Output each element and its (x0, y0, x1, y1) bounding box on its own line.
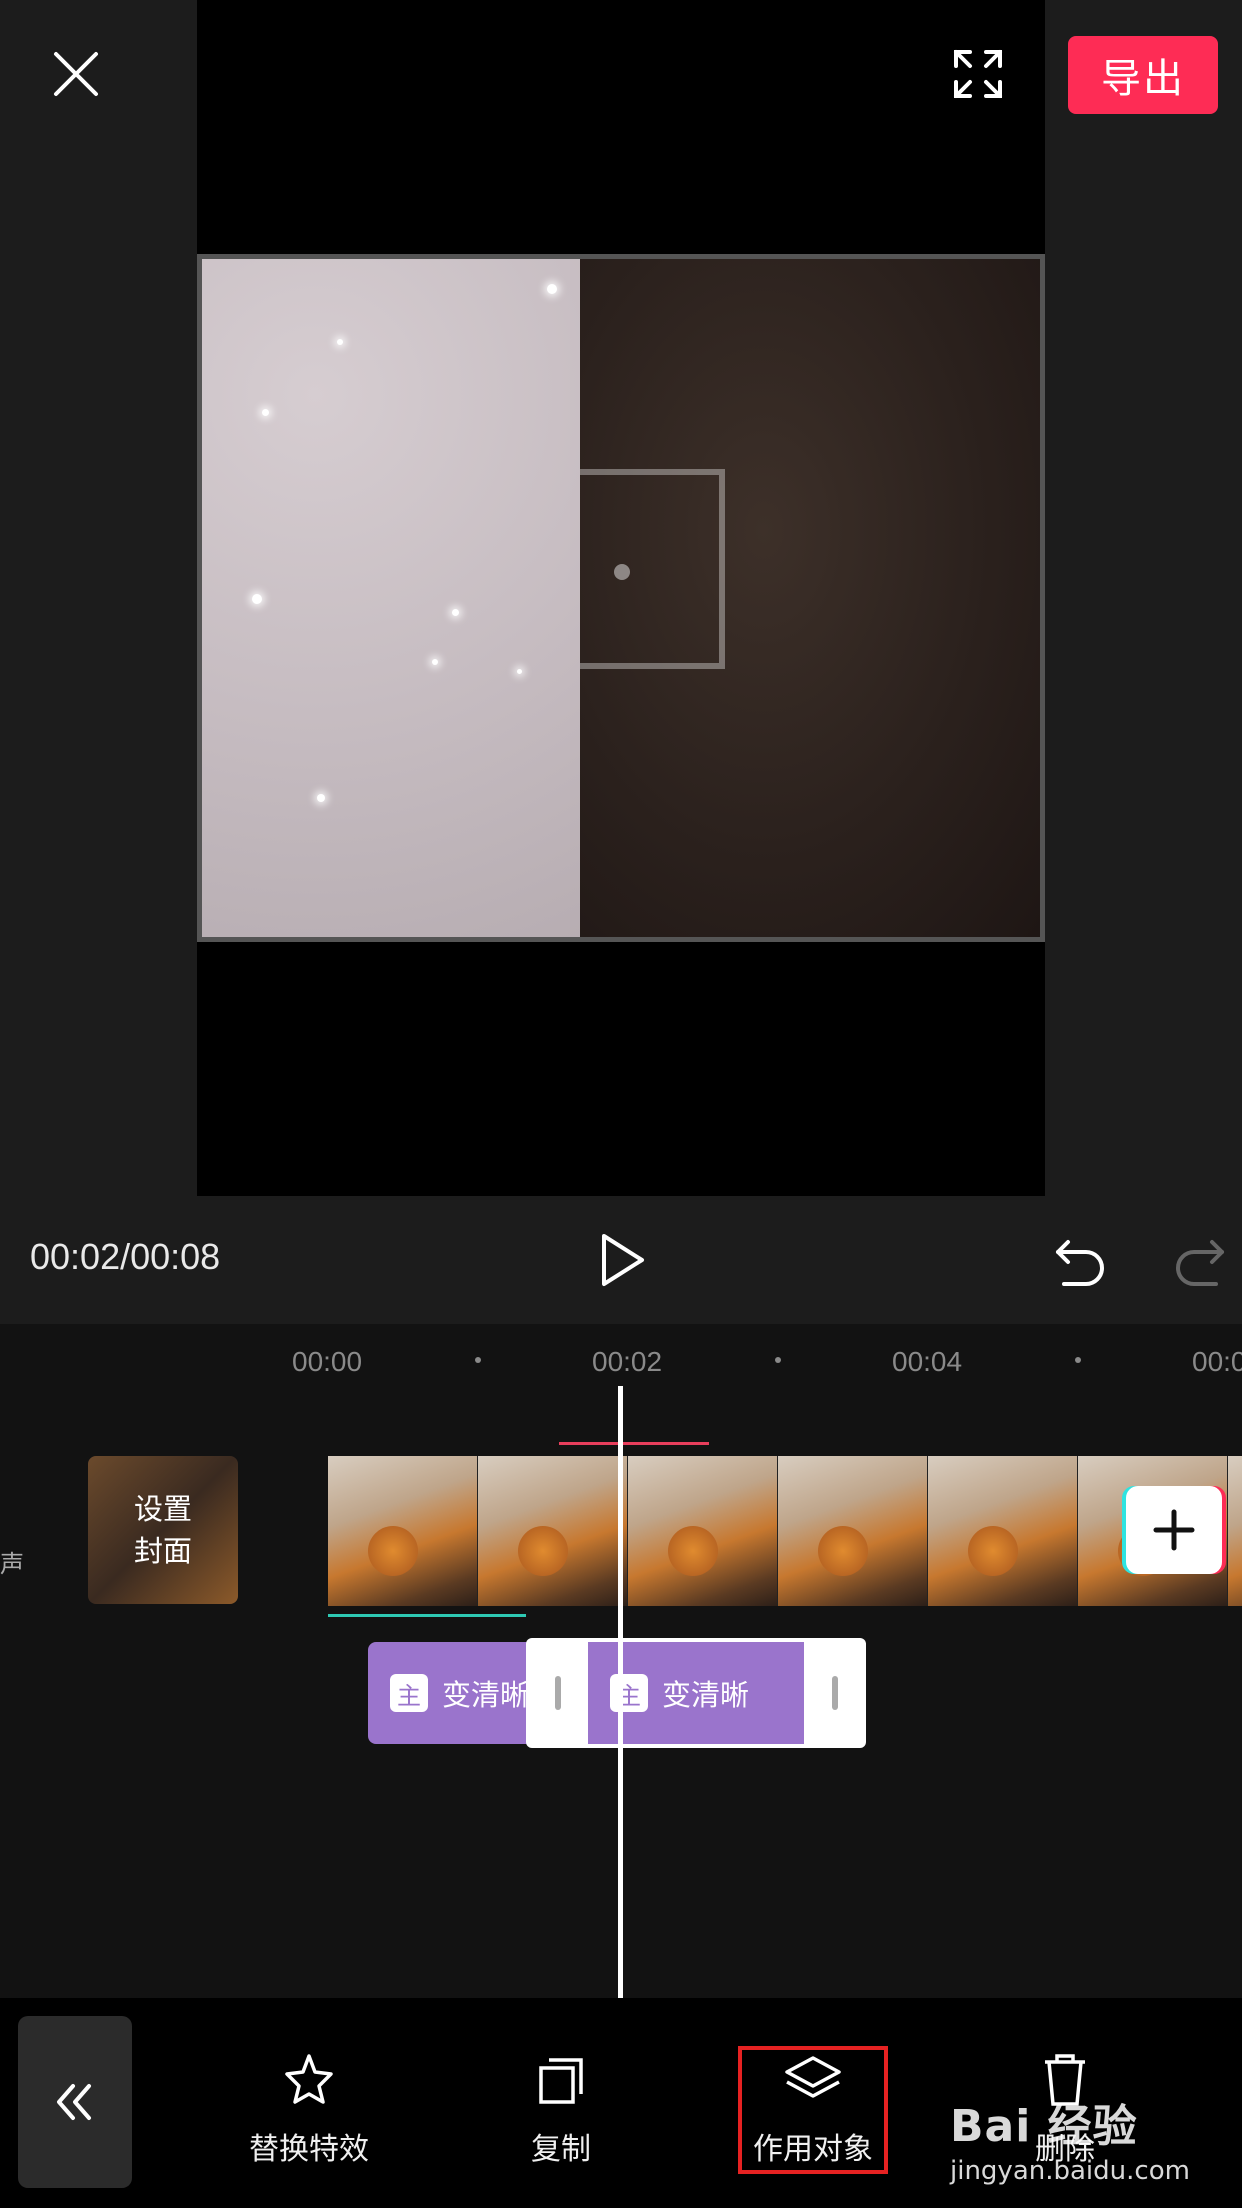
plus-icon (1153, 1509, 1195, 1551)
play-icon (602, 1234, 644, 1286)
fullscreen-icon (954, 50, 1002, 98)
replace-effect-button[interactable]: 替换特效 (224, 2050, 394, 2168)
clip-thumbnail (778, 1456, 928, 1606)
play-button[interactable] (596, 1230, 648, 1290)
export-button[interactable]: 导出 (1068, 36, 1218, 114)
sparkle-icon (285, 2054, 333, 2104)
copy-button[interactable]: 复制 (476, 2050, 646, 2168)
tool-label: 复制 (531, 2132, 591, 2167)
effect-clip-label: 变清晰 (662, 1678, 750, 1712)
watermark-url: jingyan.baidu.com (950, 2156, 1190, 2186)
video-frame[interactable] (197, 254, 1045, 942)
audio-track-label: 声 (0, 1550, 24, 1578)
set-cover-button[interactable]: 设置 封面 (88, 1456, 238, 1604)
ruler-dot (475, 1357, 481, 1363)
clip-thumbnail (478, 1456, 628, 1606)
effect-clip-label: 变清晰 (442, 1678, 530, 1712)
main-badge: 主 (390, 1674, 428, 1712)
clip-thumbnail (328, 1456, 478, 1606)
timecode: 00:02/00:08 (30, 1236, 221, 1277)
clip-thumbnail (628, 1456, 778, 1606)
clip-range-indicator (328, 1614, 526, 1617)
ruler-label: 00:00 (292, 1346, 363, 1377)
fullscreen-button[interactable] (948, 44, 1008, 104)
close-button[interactable] (46, 44, 106, 104)
focus-dot (614, 564, 630, 580)
main-badge: 主 (610, 1674, 648, 1712)
trim-handle-left[interactable] (555, 1676, 561, 1710)
undo-icon (1056, 1240, 1104, 1286)
redo-icon (1176, 1240, 1224, 1286)
add-clip-button[interactable] (1126, 1486, 1222, 1574)
trim-handle-right[interactable] (832, 1676, 838, 1710)
baidu-watermark: Bai 经验 jingyan.baidu.com (950, 2090, 1190, 2186)
effect-clip[interactable]: 主 变清晰 (368, 1642, 538, 1744)
copy-icon (539, 2058, 583, 2104)
ruler-dot (1075, 1357, 1081, 1363)
close-icon (54, 52, 98, 96)
video-editor-screen: { "header": { "export_label": "导出" }, "p… (0, 0, 1242, 2208)
clip-thumbnail (1228, 1456, 1242, 1606)
clip-thumbnail (928, 1456, 1078, 1606)
ruler-label: 00:0 (1192, 1346, 1242, 1377)
playhead[interactable] (618, 1386, 623, 1998)
watermark-logo: Bai 经验 (950, 2101, 1138, 2152)
focus-bracket-icon (580, 469, 725, 669)
ruler-label: 00:02 (592, 1346, 663, 1377)
tool-label: 替换特效 (249, 2132, 369, 2167)
video-clip-track[interactable] (328, 1456, 1242, 1606)
effect-range-indicator (559, 1442, 709, 1445)
undo-button[interactable] (1054, 1232, 1106, 1288)
collapse-toolbar-button[interactable] (18, 2016, 132, 2188)
cover-label: 设置 封面 (133, 1492, 192, 1568)
redo-button[interactable] (1174, 1232, 1226, 1288)
double-chevron-left-icon (57, 2084, 91, 2120)
ruler-dot (775, 1357, 781, 1363)
ruler-label: 00:04 (892, 1346, 963, 1377)
video-content (580, 259, 1040, 937)
highlight-box (738, 2046, 888, 2174)
glitter-effect-layer (202, 259, 580, 937)
